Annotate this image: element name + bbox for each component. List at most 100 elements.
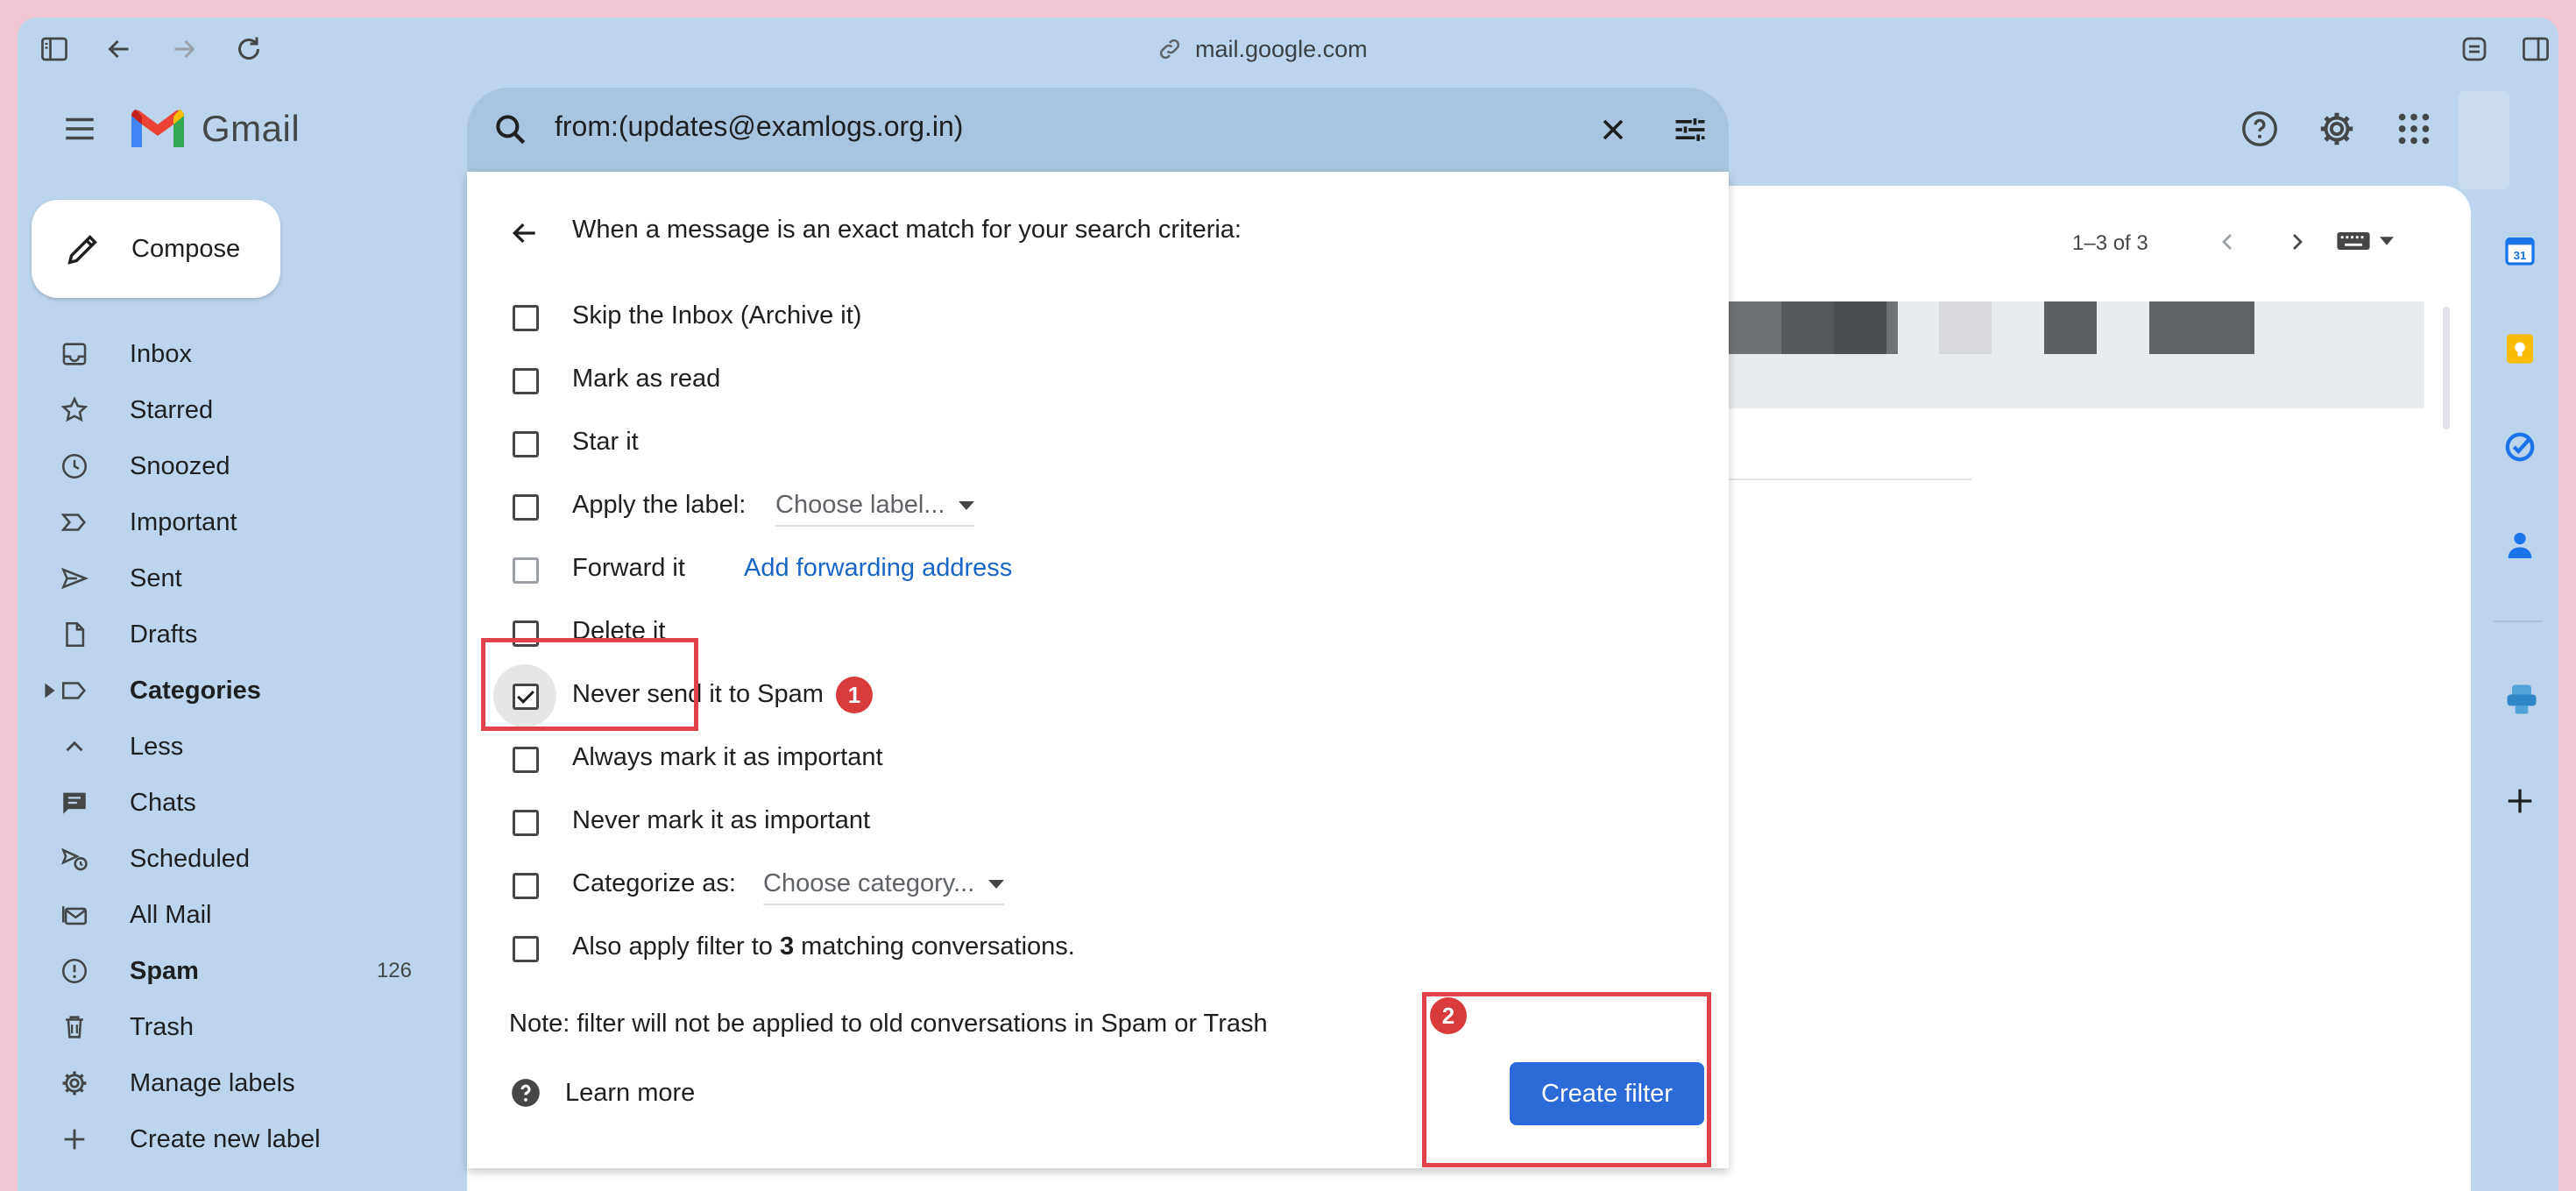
sidebar-item-snoozed[interactable]: Snoozed bbox=[18, 440, 438, 493]
option-mark-read[interactable]: Mark as read bbox=[467, 354, 1729, 407]
expand-arrow-icon[interactable] bbox=[44, 682, 56, 699]
all-mail-icon bbox=[60, 900, 89, 930]
input-tools-keyboard-icon[interactable] bbox=[2336, 228, 2394, 254]
annotation-box-step-1 bbox=[481, 638, 698, 731]
apply-label-checkbox[interactable] bbox=[513, 494, 539, 521]
sidebar-item-drafts[interactable]: Drafts bbox=[18, 608, 438, 661]
categorize-checkbox[interactable] bbox=[513, 873, 539, 899]
apps-grid-icon[interactable] bbox=[2394, 109, 2434, 149]
calendar-icon[interactable]: 31 bbox=[2502, 233, 2537, 268]
chat-icon bbox=[60, 788, 89, 818]
extension-icon[interactable] bbox=[2459, 33, 2490, 65]
trash-icon bbox=[60, 1012, 89, 1042]
sidebar-item-less[interactable]: Less bbox=[18, 720, 438, 773]
prev-page-icon[interactable] bbox=[2213, 228, 2241, 256]
send-icon bbox=[60, 564, 89, 593]
forward-arrow-icon[interactable] bbox=[168, 33, 200, 65]
option-apply-label[interactable]: Apply the label: Choose label... bbox=[467, 480, 1729, 533]
settings-gear-icon[interactable] bbox=[2317, 109, 2357, 149]
sidebar-item-label: Snoozed bbox=[130, 451, 230, 480]
link-icon bbox=[1157, 36, 1183, 62]
sidebar-toggle-icon[interactable] bbox=[39, 33, 70, 65]
choose-label-dropdown[interactable]: Choose label... bbox=[775, 491, 975, 527]
sidebar-item-scheduled[interactable]: Scheduled bbox=[18, 833, 438, 885]
sidebar-item-manage-labels[interactable]: Manage labels bbox=[18, 1057, 438, 1109]
sidebar-item-spam[interactable]: Spam 126 bbox=[18, 945, 438, 997]
gmail-logo[interactable]: Gmail bbox=[130, 107, 300, 151]
sidebar-item-all-mail[interactable]: All Mail bbox=[18, 889, 438, 941]
pagination-text: 1–3 of 3 bbox=[2072, 231, 2148, 255]
search-input[interactable]: from:(updates@examlogs.org.in) bbox=[555, 110, 963, 143]
option-categorize[interactable]: Categorize as: Choose category... bbox=[467, 859, 1729, 911]
scrollbar[interactable] bbox=[2443, 307, 2450, 429]
help-circle-icon bbox=[509, 1076, 542, 1109]
sidebar-item-label: Starred bbox=[130, 395, 214, 424]
back-arrow-icon[interactable] bbox=[103, 33, 135, 65]
apply-existing-checkbox[interactable] bbox=[513, 936, 539, 962]
dropdown-value: Choose category... bbox=[763, 869, 975, 897]
option-label: Always mark it as important bbox=[572, 743, 883, 771]
contacts-icon[interactable] bbox=[2502, 528, 2537, 563]
sidebar-item-label: Trash bbox=[130, 1012, 195, 1041]
sidebar-item-label: Categories bbox=[130, 676, 261, 705]
addon-app-icon[interactable] bbox=[2502, 680, 2541, 719]
keep-icon[interactable] bbox=[2502, 331, 2537, 366]
split-view-icon[interactable] bbox=[2520, 33, 2551, 65]
sidebar-item-label: Drafts bbox=[130, 620, 198, 649]
sidebar-item-categories[interactable]: Categories bbox=[18, 664, 438, 717]
main-menu-icon[interactable] bbox=[61, 110, 98, 147]
address-bar[interactable]: mail.google.com bbox=[1157, 26, 1368, 72]
never-important-checkbox[interactable] bbox=[513, 810, 539, 836]
svg-text:31: 31 bbox=[2514, 249, 2527, 262]
option-forward[interactable]: Forward it Add forwarding address bbox=[467, 543, 1729, 596]
next-page-icon[interactable] bbox=[2283, 228, 2311, 256]
account-avatar[interactable] bbox=[2459, 91, 2509, 189]
scheduled-icon bbox=[60, 844, 89, 874]
reload-icon[interactable] bbox=[233, 33, 265, 65]
option-never-important[interactable]: Never mark it as important bbox=[467, 796, 1729, 848]
search-bar[interactable]: from:(updates@examlogs.org.in) bbox=[467, 88, 1729, 172]
skip-inbox-checkbox[interactable] bbox=[513, 305, 539, 331]
back-arrow-icon[interactable] bbox=[507, 216, 542, 251]
sidebar-item-label: Less bbox=[130, 732, 184, 761]
choose-category-dropdown[interactable]: Choose category... bbox=[763, 869, 1005, 905]
help-icon[interactable] bbox=[2240, 109, 2280, 149]
option-skip-inbox[interactable]: Skip the Inbox (Archive it) bbox=[467, 291, 1729, 344]
get-addons-plus-icon[interactable] bbox=[2502, 783, 2537, 819]
option-label-prefix: Also apply filter to bbox=[572, 932, 780, 961]
filter-note: Note: filter will not be applied to old … bbox=[509, 1010, 1268, 1038]
chevron-up-icon bbox=[60, 732, 89, 762]
sidebar-item-create-label[interactable]: Create new label bbox=[18, 1113, 438, 1166]
add-forwarding-address-link[interactable]: Add forwarding address bbox=[744, 554, 1012, 583]
option-label-suffix: matching conversations. bbox=[794, 932, 1075, 961]
option-star[interactable]: Star it bbox=[467, 417, 1729, 470]
mark-read-checkbox[interactable] bbox=[513, 368, 539, 394]
option-label: Categorize as: bbox=[572, 869, 736, 897]
option-label: Also apply filter to 3 matching conversa… bbox=[572, 932, 1075, 961]
sidebar-item-label: Manage labels bbox=[130, 1068, 295, 1097]
learn-more-link[interactable]: Learn more bbox=[509, 1076, 695, 1109]
label-icon bbox=[60, 676, 89, 705]
sidebar-item-inbox[interactable]: Inbox bbox=[18, 328, 438, 380]
forward-checkbox[interactable] bbox=[513, 557, 539, 584]
sidebar-item-sent[interactable]: Sent bbox=[18, 552, 438, 605]
blurred-email-block bbox=[1834, 301, 1886, 354]
star-icon bbox=[60, 395, 89, 425]
search-icon[interactable] bbox=[492, 110, 530, 149]
dialog-title: When a message is an exact match for you… bbox=[572, 216, 1242, 244]
sidebar-item-chats[interactable]: Chats bbox=[18, 776, 438, 829]
search-options-icon[interactable] bbox=[1671, 110, 1709, 149]
plus-icon bbox=[60, 1124, 89, 1154]
sidebar-item-important[interactable]: Important bbox=[18, 496, 438, 549]
option-always-important[interactable]: Always mark it as important bbox=[467, 733, 1729, 785]
sidebar-item-starred[interactable]: Starred bbox=[18, 384, 438, 436]
sidebar-item-trash[interactable]: Trash bbox=[18, 1001, 438, 1053]
star-checkbox[interactable] bbox=[513, 431, 539, 457]
clear-search-icon[interactable] bbox=[1596, 112, 1631, 147]
gear-icon bbox=[60, 1068, 89, 1098]
sidebar-item-label: Scheduled bbox=[130, 844, 251, 873]
option-apply-existing[interactable]: Also apply filter to 3 matching conversa… bbox=[467, 922, 1729, 975]
tasks-icon[interactable] bbox=[2502, 429, 2537, 464]
compose-button[interactable]: Compose bbox=[32, 200, 280, 298]
always-important-checkbox[interactable] bbox=[513, 747, 539, 773]
